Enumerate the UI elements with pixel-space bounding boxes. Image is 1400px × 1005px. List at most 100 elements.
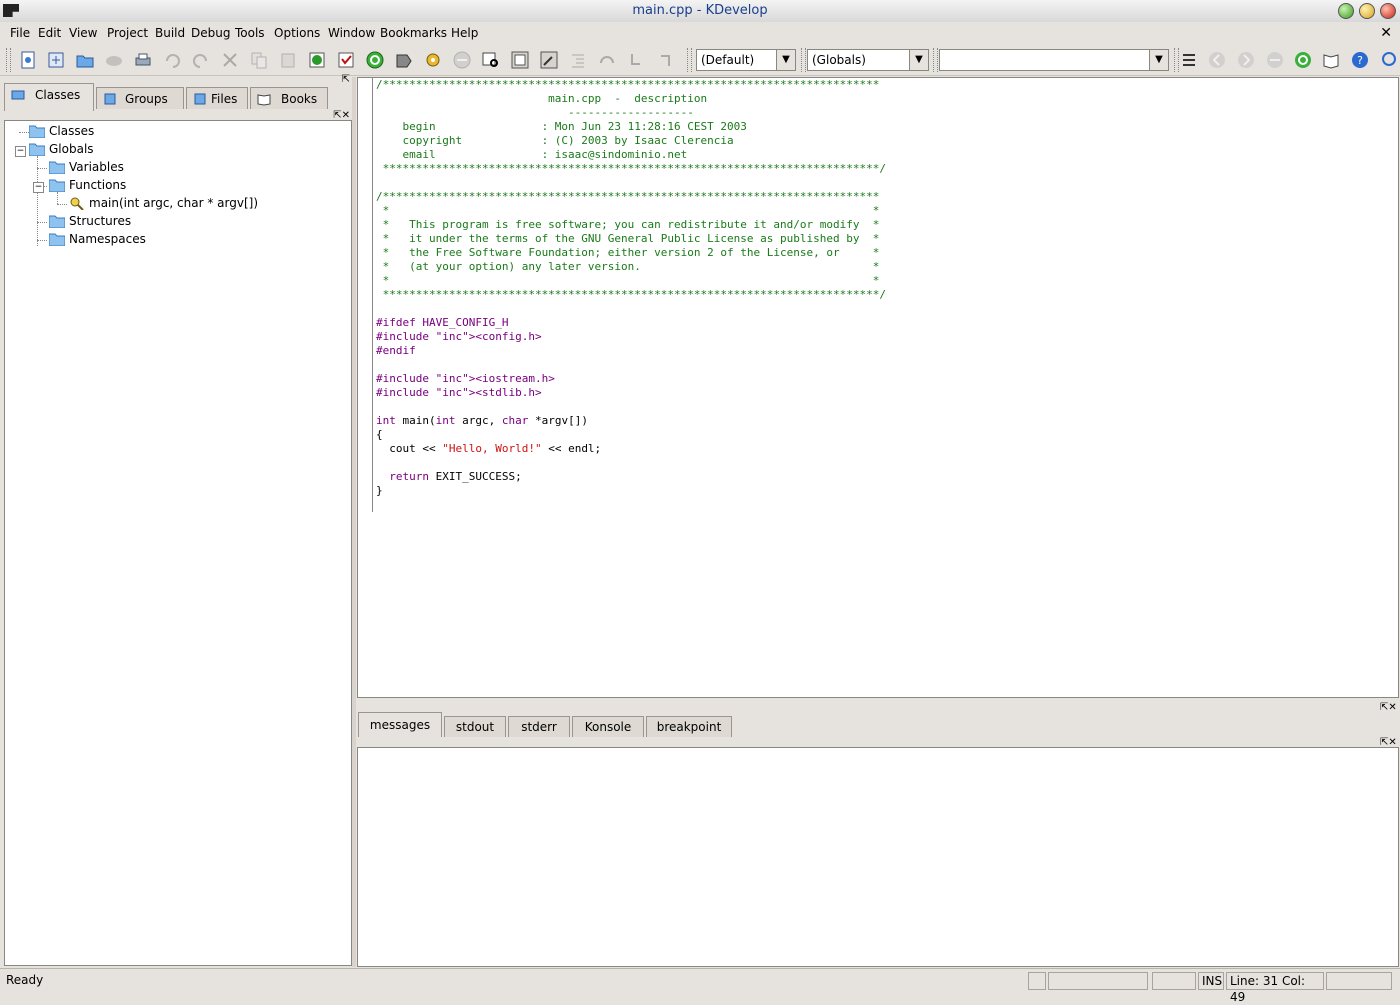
expand-functions-toggle[interactable]: − bbox=[33, 182, 44, 193]
docs-icon[interactable] bbox=[1322, 51, 1340, 69]
code-line-include: #include "inc"><config.h> bbox=[376, 330, 542, 343]
menu-debug[interactable]: Debug bbox=[191, 26, 230, 40]
tree-item-label: Structures bbox=[69, 214, 132, 228]
files-icon bbox=[194, 93, 206, 105]
class-view-icon[interactable] bbox=[511, 51, 529, 69]
menu-build[interactable]: Build bbox=[155, 26, 185, 40]
toolbar-grip[interactable] bbox=[6, 48, 11, 72]
function-combo[interactable]: ▼ bbox=[939, 49, 1169, 71]
tab-groups[interactable]: Groups bbox=[96, 87, 184, 109]
close-document-icon[interactable]: ✕ bbox=[1380, 25, 1392, 41]
code-line: begin : Mon Jun 23 11:28:16 CEST 2003 bbox=[376, 120, 747, 133]
status-insert-mode: INS bbox=[1198, 972, 1224, 990]
vertical-splitter[interactable] bbox=[352, 77, 356, 967]
copy-icon[interactable] bbox=[250, 51, 268, 69]
books-icon bbox=[257, 94, 271, 106]
code-line: ****************************************… bbox=[376, 162, 886, 175]
chevron-down-icon[interactable]: ▼ bbox=[1149, 50, 1168, 70]
tab-classes-label: Classes bbox=[35, 88, 81, 102]
paste-icon[interactable] bbox=[279, 51, 297, 69]
menu-options[interactable]: Options bbox=[274, 26, 320, 40]
redo-icon[interactable] bbox=[192, 51, 210, 69]
menu-edit[interactable]: Edit bbox=[38, 26, 61, 40]
toolbar-grip-5[interactable] bbox=[1174, 48, 1179, 72]
code-line: } bbox=[376, 484, 383, 497]
grep-icon[interactable] bbox=[540, 51, 558, 69]
execute-icon[interactable] bbox=[424, 51, 442, 69]
step-into-icon[interactable] bbox=[627, 51, 645, 69]
status-field-3 bbox=[1326, 972, 1392, 990]
cut-icon[interactable] bbox=[221, 51, 239, 69]
menu-view[interactable]: View bbox=[69, 26, 97, 40]
open-file-icon[interactable] bbox=[76, 51, 94, 69]
code-line-cout: cout << "Hello, World!" << endl; bbox=[376, 442, 602, 455]
code-text[interactable]: /***************************************… bbox=[376, 78, 886, 498]
indent-icon[interactable] bbox=[569, 51, 587, 69]
menu-project[interactable]: Project bbox=[107, 26, 148, 40]
main-toolbar: (Default) ▼ (Globals) ▼ ▼ ? bbox=[0, 45, 1400, 76]
toolbar-grip-2[interactable] bbox=[687, 48, 692, 72]
code-line: * the Free Software Foundation; either v… bbox=[376, 246, 880, 259]
back-icon[interactable] bbox=[1208, 51, 1226, 69]
menu-bookmarks[interactable]: Bookmarks bbox=[380, 26, 447, 40]
chevron-down-icon[interactable]: ▼ bbox=[909, 50, 928, 70]
tab-classes[interactable]: Classes bbox=[4, 83, 94, 111]
menu-window[interactable]: Window bbox=[328, 26, 375, 40]
window-title: main.cpp - KDevelop bbox=[632, 3, 768, 18]
tab-breakpoint[interactable]: breakpoint bbox=[646, 716, 732, 737]
editor-gutter bbox=[372, 78, 373, 512]
stop-icon[interactable] bbox=[453, 51, 471, 69]
code-line: * * bbox=[376, 274, 880, 287]
code-line-return: return EXIT_SUCCESS; bbox=[389, 470, 522, 483]
code-line: * (at your option) any later version. * bbox=[376, 260, 880, 273]
tab-groups-label: Groups bbox=[125, 92, 168, 106]
function-icon bbox=[70, 197, 84, 210]
toolbar-grip-4[interactable] bbox=[933, 48, 938, 72]
expand-globals-toggle[interactable]: − bbox=[15, 146, 26, 157]
code-editor[interactable]: /***************************************… bbox=[357, 77, 1399, 698]
tab-messages[interactable]: messages bbox=[358, 712, 442, 737]
find-in-files-icon[interactable] bbox=[482, 51, 500, 69]
tab-stdout[interactable]: stdout bbox=[444, 716, 506, 737]
stop-build-icon[interactable] bbox=[337, 51, 355, 69]
menu-help[interactable]: Help bbox=[451, 26, 478, 40]
new-file-icon[interactable] bbox=[19, 51, 37, 69]
tab-books[interactable]: Books bbox=[250, 87, 328, 109]
step-out-icon[interactable] bbox=[656, 51, 674, 69]
compile-icon[interactable] bbox=[308, 51, 326, 69]
tab-konsole[interactable]: Konsole bbox=[572, 716, 644, 737]
search-icon[interactable] bbox=[1380, 51, 1398, 69]
code-line: ****************************************… bbox=[376, 288, 886, 301]
menu-tools[interactable]: Tools bbox=[235, 26, 265, 40]
svg-text:?: ? bbox=[1357, 54, 1363, 67]
run-icon[interactable] bbox=[366, 51, 384, 69]
toolbar-grip-3[interactable] bbox=[801, 48, 806, 72]
stop-nav-icon[interactable] bbox=[1266, 51, 1284, 69]
step-over-icon[interactable] bbox=[598, 51, 616, 69]
undo-icon[interactable] bbox=[163, 51, 181, 69]
bookmark-icon[interactable] bbox=[1180, 51, 1198, 69]
tab-files[interactable]: Files bbox=[186, 87, 248, 109]
build-project-icon[interactable] bbox=[395, 51, 413, 69]
messages-output[interactable] bbox=[357, 747, 1399, 967]
build-config-combo[interactable]: (Default) ▼ bbox=[696, 49, 796, 71]
tree-item-label: Classes bbox=[49, 124, 95, 138]
tab-stderr[interactable]: stderr bbox=[508, 716, 570, 737]
scope-combo[interactable]: (Globals) ▼ bbox=[807, 49, 929, 71]
menu-file[interactable]: File bbox=[10, 26, 30, 40]
code-line-signature: int main(int argc, char *argv[]) bbox=[376, 414, 588, 427]
help-icon[interactable]: ? bbox=[1351, 51, 1369, 69]
close-button[interactable] bbox=[1380, 3, 1396, 19]
tree-item-label: main(int argc, char * argv[]) bbox=[89, 196, 259, 210]
open-project-icon[interactable] bbox=[47, 51, 65, 69]
save-icon[interactable] bbox=[105, 51, 123, 69]
reload-icon[interactable] bbox=[1294, 51, 1312, 69]
tree-item-label: Namespaces bbox=[69, 232, 146, 246]
build-config-value: (Default) bbox=[701, 53, 755, 67]
minimize-button[interactable] bbox=[1338, 3, 1354, 19]
folder-icon bbox=[49, 215, 65, 228]
forward-icon[interactable] bbox=[1237, 51, 1255, 69]
maximize-button[interactable] bbox=[1359, 3, 1375, 19]
chevron-down-icon[interactable]: ▼ bbox=[776, 50, 795, 70]
print-icon[interactable] bbox=[134, 51, 152, 69]
